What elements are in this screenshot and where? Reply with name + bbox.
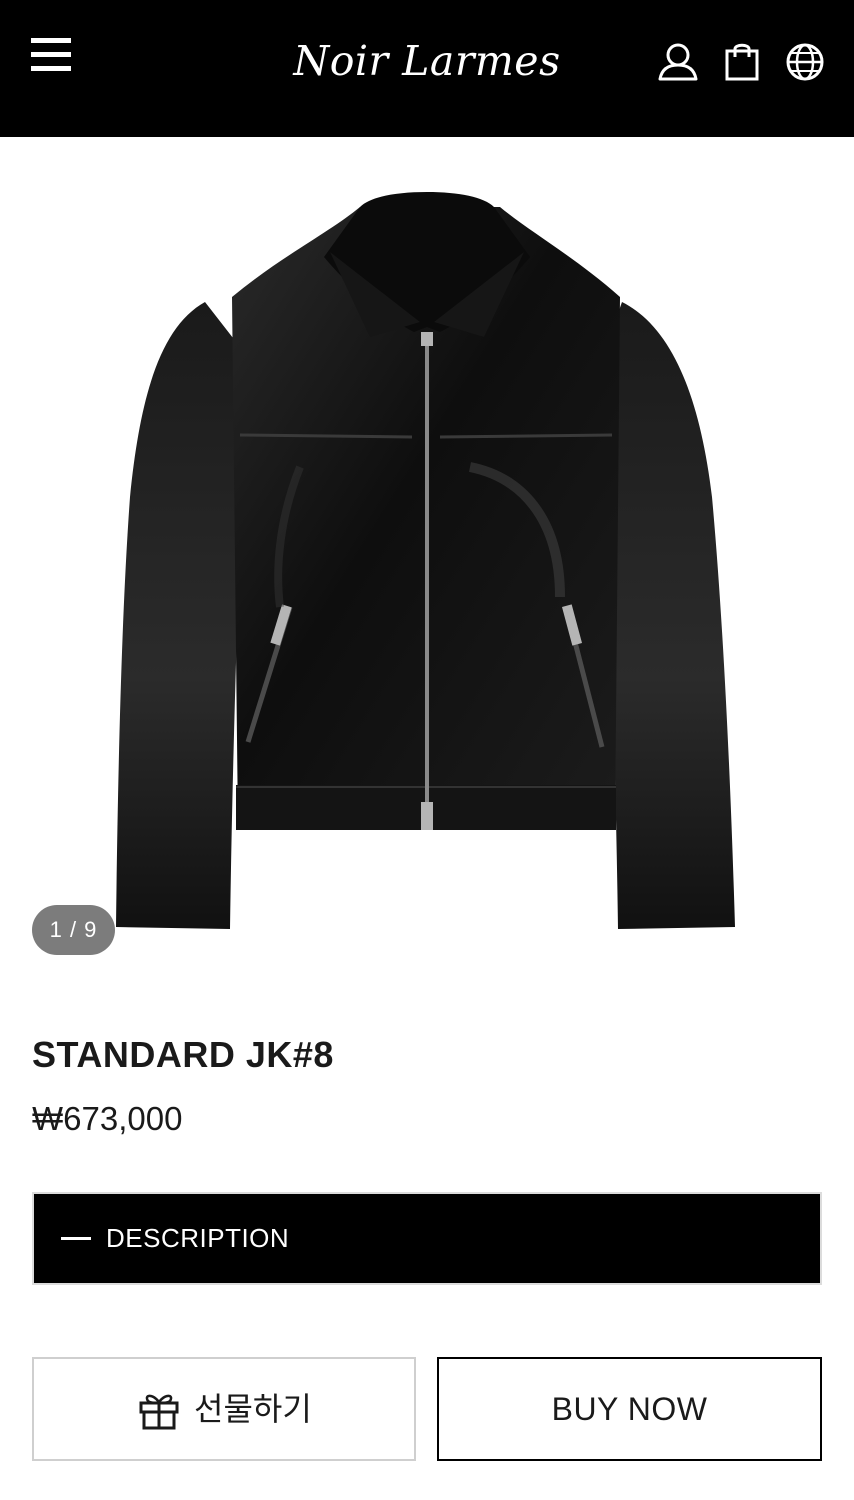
product-title: STANDARD JK#8 [32, 1034, 334, 1075]
collapse-icon [61, 1237, 91, 1240]
user-icon[interactable] [657, 41, 699, 83]
brand-logo[interactable]: Noir Larmes [260, 26, 594, 96]
image-counter: 1 / 9 [32, 905, 115, 955]
buy-now-button[interactable]: BUY NOW [437, 1357, 822, 1461]
bag-icon[interactable] [721, 41, 763, 83]
globe-icon[interactable] [784, 41, 826, 83]
menu-icon[interactable] [31, 37, 71, 73]
product-price: ₩673,000 [32, 1100, 183, 1137]
product-image[interactable] [0, 137, 854, 987]
jacket-illustration [116, 192, 735, 929]
top-header: Noir Larmes [0, 0, 854, 137]
description-accordion[interactable]: DESCRIPTION [32, 1192, 822, 1285]
gift-icon [139, 1394, 179, 1430]
description-label: DESCRIPTION [106, 1223, 290, 1253]
gift-button[interactable]: 선물하기 [32, 1357, 416, 1461]
gift-button-label: 선물하기 [194, 1391, 312, 1427]
